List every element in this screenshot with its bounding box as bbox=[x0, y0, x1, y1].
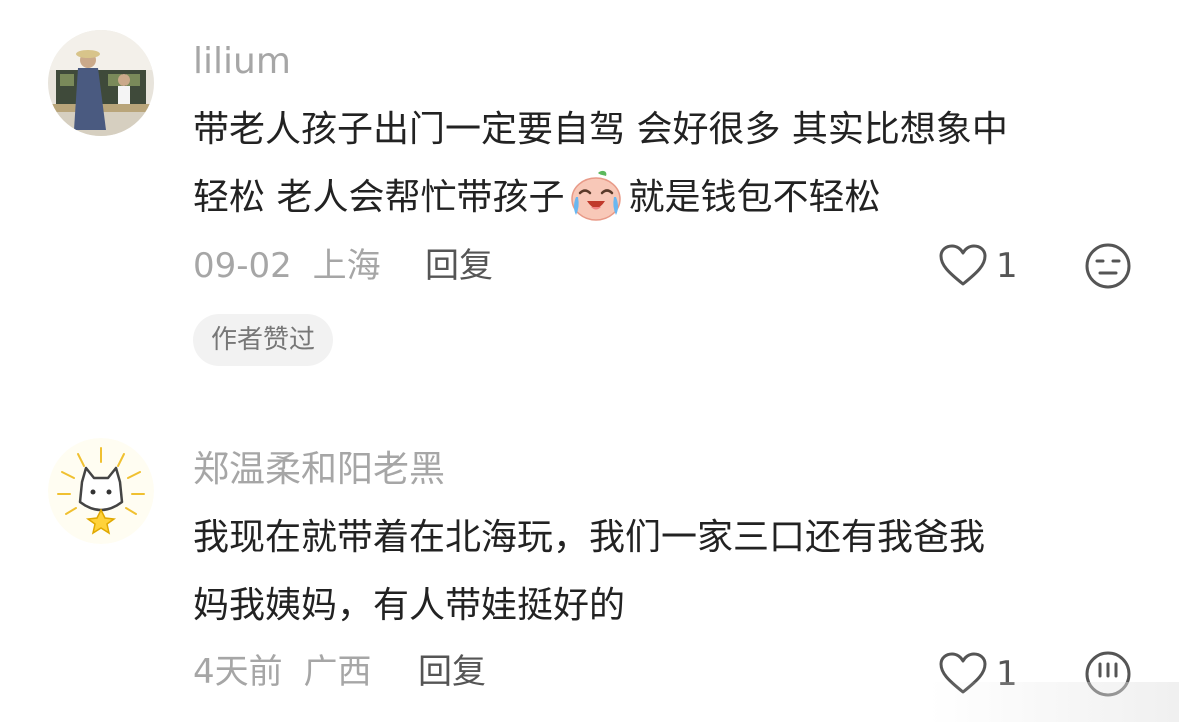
avatar[interactable] bbox=[48, 438, 154, 544]
comment-date: 4天前 bbox=[193, 652, 283, 692]
comment-meta: 4天前 广西 bbox=[193, 650, 371, 694]
reply-button[interactable]: 回复 bbox=[418, 650, 486, 694]
watermark bbox=[929, 682, 1179, 722]
comment-item: 郑温柔和阳老黑 我现在就带着在北海玩，我们一家三口还有我爸我 妈我姨妈，有人带娃… bbox=[0, 0, 1179, 722]
comment-text-line: 妈我姨妈，有人带娃挺好的 bbox=[193, 585, 626, 626]
comment-text: 我现在就带着在北海玩，我们一家三口还有我爸我 妈我姨妈，有人带娃挺好的 bbox=[193, 504, 1153, 640]
username[interactable]: 郑温柔和阳老黑 bbox=[193, 448, 445, 492]
comment-text-line: 我现在就带着在北海玩，我们一家三口还有我爸我 bbox=[193, 517, 986, 558]
comment-location: 广西 bbox=[303, 652, 372, 692]
